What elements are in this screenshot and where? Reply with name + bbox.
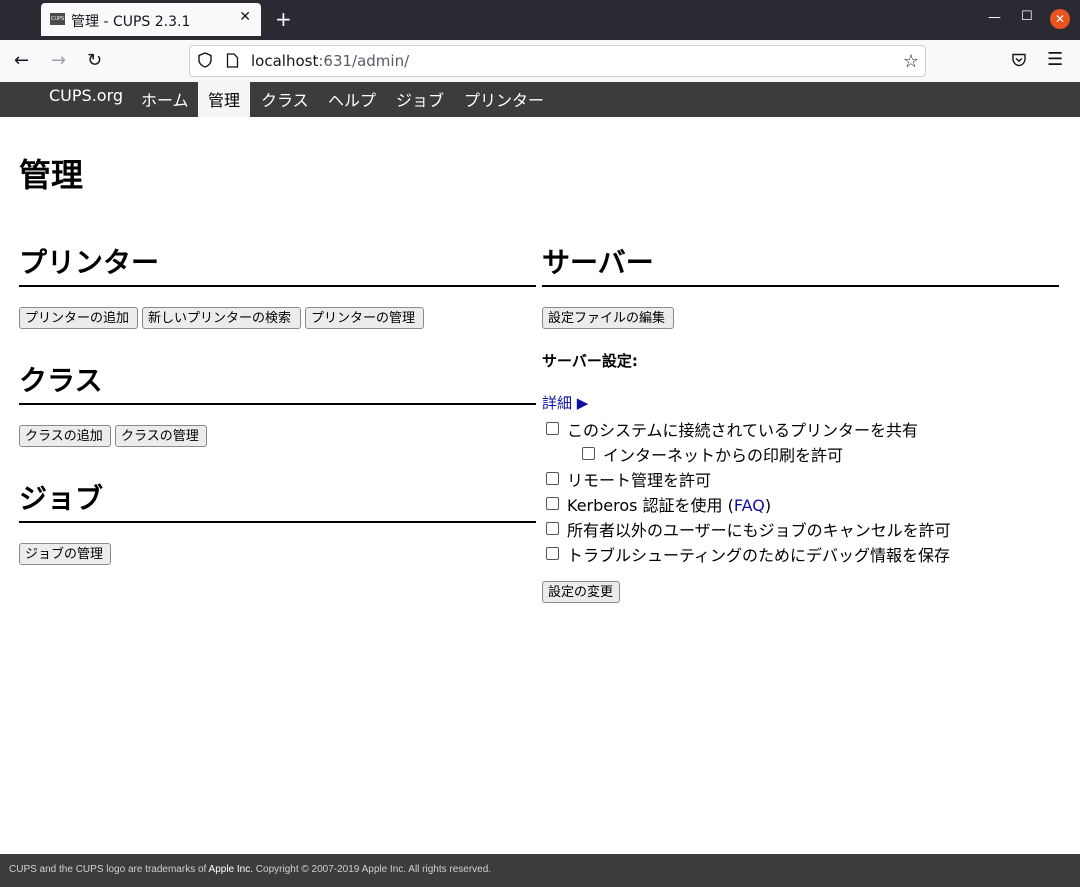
cups-logo-link[interactable]: CUPS.org xyxy=(49,86,123,105)
advanced-toggle-link[interactable]: 詳細 ▶ xyxy=(542,392,588,413)
nav-admin[interactable]: 管理 xyxy=(198,82,251,117)
forward-arrow-icon[interactable]: → xyxy=(51,51,66,71)
shield-icon[interactable] xyxy=(198,52,212,68)
change-settings-button[interactable]: 設定の変更 xyxy=(542,581,620,603)
address-bar[interactable]: localhost:631/admin/ ☆ xyxy=(189,45,926,77)
cups-favicon-icon: CUPS xyxy=(50,13,65,25)
kerberos-faq-link[interactable]: FAQ xyxy=(734,496,765,515)
manage-classes-button[interactable]: クラスの管理 xyxy=(115,425,207,447)
share-printers-checkbox[interactable] xyxy=(546,422,559,435)
manage-jobs-button[interactable]: ジョブの管理 xyxy=(19,543,111,565)
add-class-button[interactable]: クラスの追加 xyxy=(19,425,111,447)
server-heading: サーバー xyxy=(542,241,1059,287)
add-printer-button[interactable]: プリンターの追加 xyxy=(19,307,138,329)
allow-remote-admin-checkbox[interactable] xyxy=(546,472,559,485)
printers-heading: プリンター xyxy=(19,241,536,287)
jobs-heading: ジョブ xyxy=(19,477,536,523)
pocket-icon[interactable] xyxy=(1011,52,1027,68)
back-arrow-icon[interactable]: ← xyxy=(14,51,29,71)
minimize-icon[interactable]: — xyxy=(988,10,1001,25)
save-debug-info-checkbox[interactable] xyxy=(546,547,559,560)
edit-config-file-button[interactable]: 設定ファイルの編集 xyxy=(542,307,674,329)
nav-jobs[interactable]: ジョブ xyxy=(386,82,454,117)
browser-titlebar: CUPS 管理 - CUPS 2.3.1 ✕ + — ☐ ✕ xyxy=(0,0,1080,40)
manage-printers-button[interactable]: プリンターの管理 xyxy=(305,307,424,329)
allow-user-cancel-any-checkbox[interactable] xyxy=(546,522,559,535)
footer: CUPS and the CUPS logo are trademarks of… xyxy=(0,854,1080,887)
nav-help[interactable]: ヘルプ xyxy=(318,82,386,117)
share-printers-label: このシステムに接続されているプリンターを共有 xyxy=(567,421,919,440)
tab-title: 管理 - CUPS 2.3.1 xyxy=(71,14,191,30)
main-content: 管理 プリンター プリンターの追加 新しいプリンターの検索 プリンターの管理 ク… xyxy=(0,117,1080,854)
nav-printers[interactable]: プリンター xyxy=(454,82,554,117)
nav-home[interactable]: ホーム xyxy=(131,82,199,117)
maximize-icon[interactable]: ☐ xyxy=(1021,9,1033,24)
allow-user-cancel-any-label: 所有者以外のユーザーにもジョブのキャンセルを許可 xyxy=(567,521,951,540)
hamburger-menu-icon[interactable]: ☰ xyxy=(1047,49,1063,70)
new-tab-plus-icon[interactable]: + xyxy=(275,8,292,30)
allow-remote-admin-label: リモート管理を許可 xyxy=(567,471,712,490)
footer-copyright: CUPS and the CUPS logo are trademarks of… xyxy=(9,864,492,875)
allow-internet-printing-label: インターネットからの印刷を許可 xyxy=(603,446,844,465)
save-debug-info-label: トラブルシューティングのためにデバッグ情報を保存 xyxy=(567,546,951,565)
bookmark-star-icon[interactable]: ☆ xyxy=(903,51,919,72)
tab-close-icon[interactable]: ✕ xyxy=(239,9,251,25)
cups-navbar: CUPS.org ホーム 管理 クラス ヘルプ ジョブ プリンター xyxy=(0,82,1080,117)
window-close-icon[interactable]: ✕ xyxy=(1050,9,1070,29)
reload-icon[interactable]: ↻ xyxy=(87,51,102,71)
classes-heading: クラス xyxy=(19,359,536,405)
apple-link[interactable]: Apple Inc. xyxy=(209,864,253,875)
browser-toolbar: ← → ↻ localhost:631/admin/ ☆ ☰ xyxy=(0,40,1080,83)
allow-internet-printing-checkbox[interactable] xyxy=(582,447,595,460)
browser-tab[interactable]: CUPS 管理 - CUPS 2.3.1 ✕ xyxy=(41,3,261,36)
find-new-printers-button[interactable]: 新しいプリンターの検索 xyxy=(142,307,301,329)
nav-classes[interactable]: クラス xyxy=(251,82,319,117)
page-title: 管理 xyxy=(19,156,84,194)
page-icon[interactable] xyxy=(226,53,239,68)
use-kerberos-checkbox[interactable] xyxy=(546,497,559,510)
use-kerberos-label: Kerberos 認証を使用 (FAQ) xyxy=(567,496,772,515)
server-settings-label: サーバー設定: xyxy=(542,352,638,370)
url-text[interactable]: localhost:631/admin/ xyxy=(251,52,409,70)
